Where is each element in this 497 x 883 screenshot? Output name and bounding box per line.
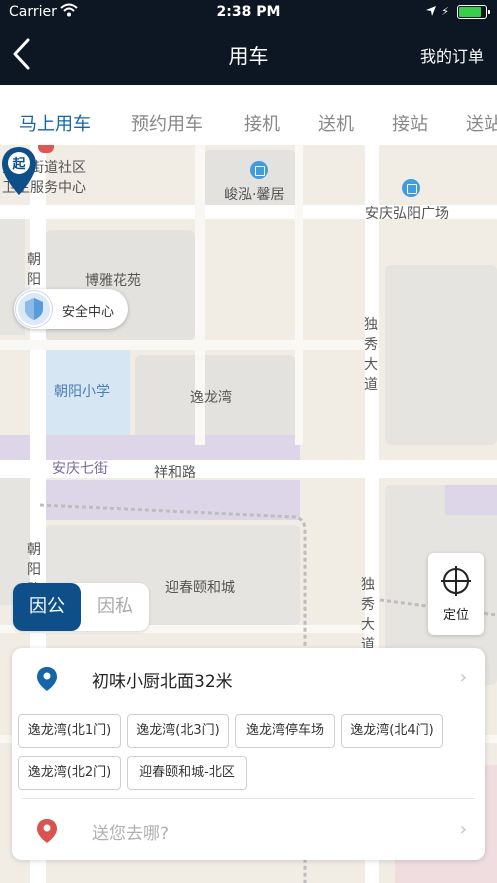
suggestion-chip[interactable]: 逸龙湾(北4门) <box>341 714 443 748</box>
my-orders-button[interactable]: 我的订单 <box>420 43 484 67</box>
shield-icon <box>16 291 52 327</box>
building-icon <box>402 179 420 197</box>
crosshair-icon <box>441 566 471 596</box>
toggle-business[interactable]: 因公 <box>13 583 81 631</box>
map-label: 迎春颐和城 <box>165 580 235 596</box>
locate-button[interactable]: 定位 <box>428 553 484 635</box>
building-icon <box>250 161 268 179</box>
suggestion-chip[interactable]: 逸龙湾停车场 <box>235 714 335 748</box>
map-label: 博雅花苑 <box>85 273 141 289</box>
destination-input[interactable]: 送您去哪? <box>92 819 169 844</box>
map-label: 安庆弘阳广场 <box>365 206 449 222</box>
map-label: 峻泓·馨居 <box>224 187 285 203</box>
tab-reserve[interactable]: 预约用车 <box>131 110 203 136</box>
suggestion-chip[interactable]: 逸龙湾(北2门) <box>18 756 121 790</box>
safety-center-label: 安全中心 <box>62 305 115 320</box>
trip-card: 初味小厨北面32米 › 逸龙湾(北1门) 逸龙湾(北3门) 逸龙湾停车场 逸龙湾… <box>12 648 485 860</box>
navigation-header: Carrier 2:38 PM ⚡ 用车 我的订单 <box>0 0 497 85</box>
tab-immediate[interactable]: 马上用车 <box>19 110 91 136</box>
tab-dropoff-station[interactable]: 送站 <box>466 110 497 136</box>
suggestion-chip[interactable]: 逸龙湾(北3门) <box>127 714 229 748</box>
suggestion-chip[interactable]: 逸龙湾(北1门) <box>18 714 121 748</box>
service-tabs: 马上用车 预约用车 接机 送机 接站 送站 <box>0 85 497 145</box>
divider <box>22 798 475 799</box>
battery-icon <box>457 5 490 19</box>
destination-pin-icon <box>37 819 57 843</box>
chevron-right-icon: › <box>459 667 467 688</box>
pickup-pin-icon <box>37 667 57 691</box>
tab-pickup-station[interactable]: 接站 <box>392 110 428 136</box>
status-bar: Carrier 2:38 PM ⚡ <box>0 0 497 26</box>
destination-row[interactable]: 送您去哪? › <box>12 800 485 860</box>
hospital-icon <box>38 145 54 153</box>
tab-pickup-airport[interactable]: 接机 <box>244 110 280 136</box>
toggle-personal[interactable]: 因私 <box>81 583 149 631</box>
start-pin-label: 起 <box>11 156 26 172</box>
suggestion-chip[interactable]: 迎春颐和城-北区 <box>127 756 247 790</box>
pickup-row[interactable]: 初味小厨北面32米 › <box>12 648 485 708</box>
trip-purpose-toggle: 因公 因私 <box>13 583 149 631</box>
safety-center-button[interactable]: 安全中心 <box>14 289 128 329</box>
tab-dropoff-airport[interactable]: 送机 <box>318 110 354 136</box>
start-location-pin-icon: 起 <box>2 147 36 195</box>
map-label: 朝阳 <box>27 252 41 288</box>
locate-label: 定位 <box>442 608 469 623</box>
map-label: 祥和路 <box>154 465 196 481</box>
location-arrow-icon <box>426 6 436 16</box>
map-label: 独秀大道 <box>361 577 375 653</box>
pickup-address: 初味小厨北面32米 <box>92 672 233 692</box>
map-label: 逸龙湾 <box>190 390 232 406</box>
map-label: 安庆七街 <box>52 461 108 477</box>
status-time: 2:38 PM <box>216 4 281 20</box>
map-label: 独秀大道 <box>364 317 378 393</box>
chevron-right-icon: › <box>459 819 467 840</box>
map-label: 朝阳小学 <box>54 384 110 400</box>
charging-icon: ⚡ <box>441 5 449 18</box>
